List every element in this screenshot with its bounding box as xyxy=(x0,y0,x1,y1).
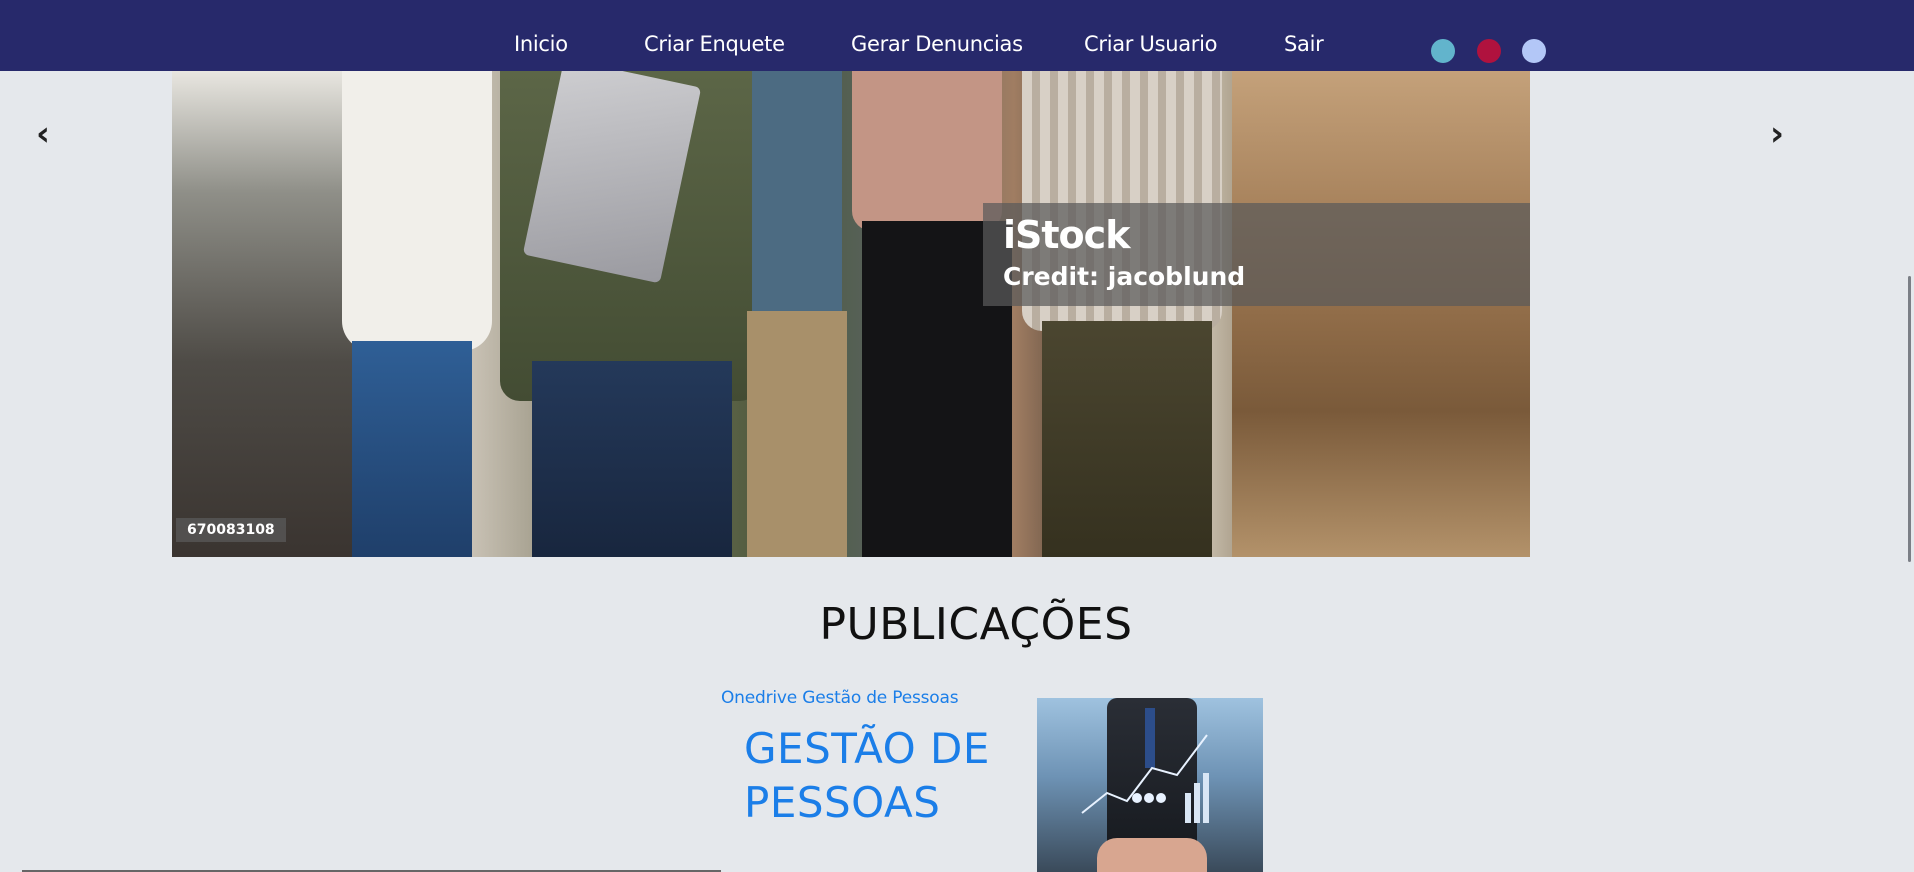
scene-right-shelves xyxy=(1232,71,1530,557)
nav-link-criar-usuario[interactable]: Criar Usuario xyxy=(1084,29,1218,59)
scene-navy-pants xyxy=(532,361,732,557)
scene-khaki-pants xyxy=(747,311,847,557)
istock-credit: Credit: jacoblund xyxy=(1003,262,1246,291)
theme-dot-teal[interactable] xyxy=(1431,39,1455,63)
nav-link-sair[interactable]: Sair xyxy=(1284,29,1324,59)
scene-olive-pants xyxy=(1042,321,1212,557)
carousel-next-button[interactable]: › xyxy=(1770,112,1784,156)
carousel-image xyxy=(172,71,1530,557)
scene-denim-shirt xyxy=(752,71,842,321)
scene-white-blouse xyxy=(342,71,492,351)
publication-heading: GESTÃO DE PESSOAS xyxy=(744,724,990,827)
publication-thumbnail[interactable] xyxy=(1037,698,1263,872)
nav-link-criar-enquete[interactable]: Criar Enquete xyxy=(644,29,785,59)
theme-dot-crimson[interactable] xyxy=(1477,39,1501,63)
carousel-prev-button[interactable]: ‹ xyxy=(36,112,50,156)
publication-link[interactable]: Onedrive Gestão de Pessoas xyxy=(721,686,959,710)
nav-link-inicio[interactable]: Inicio xyxy=(514,29,568,59)
section-title-publicacoes: PUBLICAÇÕES xyxy=(819,599,1133,650)
istock-logo: iStock xyxy=(1003,213,1130,257)
scene-pink-top xyxy=(852,71,1002,231)
thumb-chart-graphic xyxy=(1081,734,1209,823)
scene-blue-jeans xyxy=(352,341,472,557)
thumb-hands xyxy=(1097,838,1207,872)
image-id-label: 670083108 xyxy=(176,518,286,542)
top-navbar: Inicio Criar Enquete Gerar Denuncias Cri… xyxy=(0,0,1914,71)
scrollbar-thumb[interactable] xyxy=(1908,276,1911,562)
page: Inicio Criar Enquete Gerar Denuncias Cri… xyxy=(0,0,1914,872)
theme-dot-periwinkle[interactable] xyxy=(1522,39,1546,63)
nav-link-gerar-denuncias[interactable]: Gerar Denuncias xyxy=(851,29,1023,59)
